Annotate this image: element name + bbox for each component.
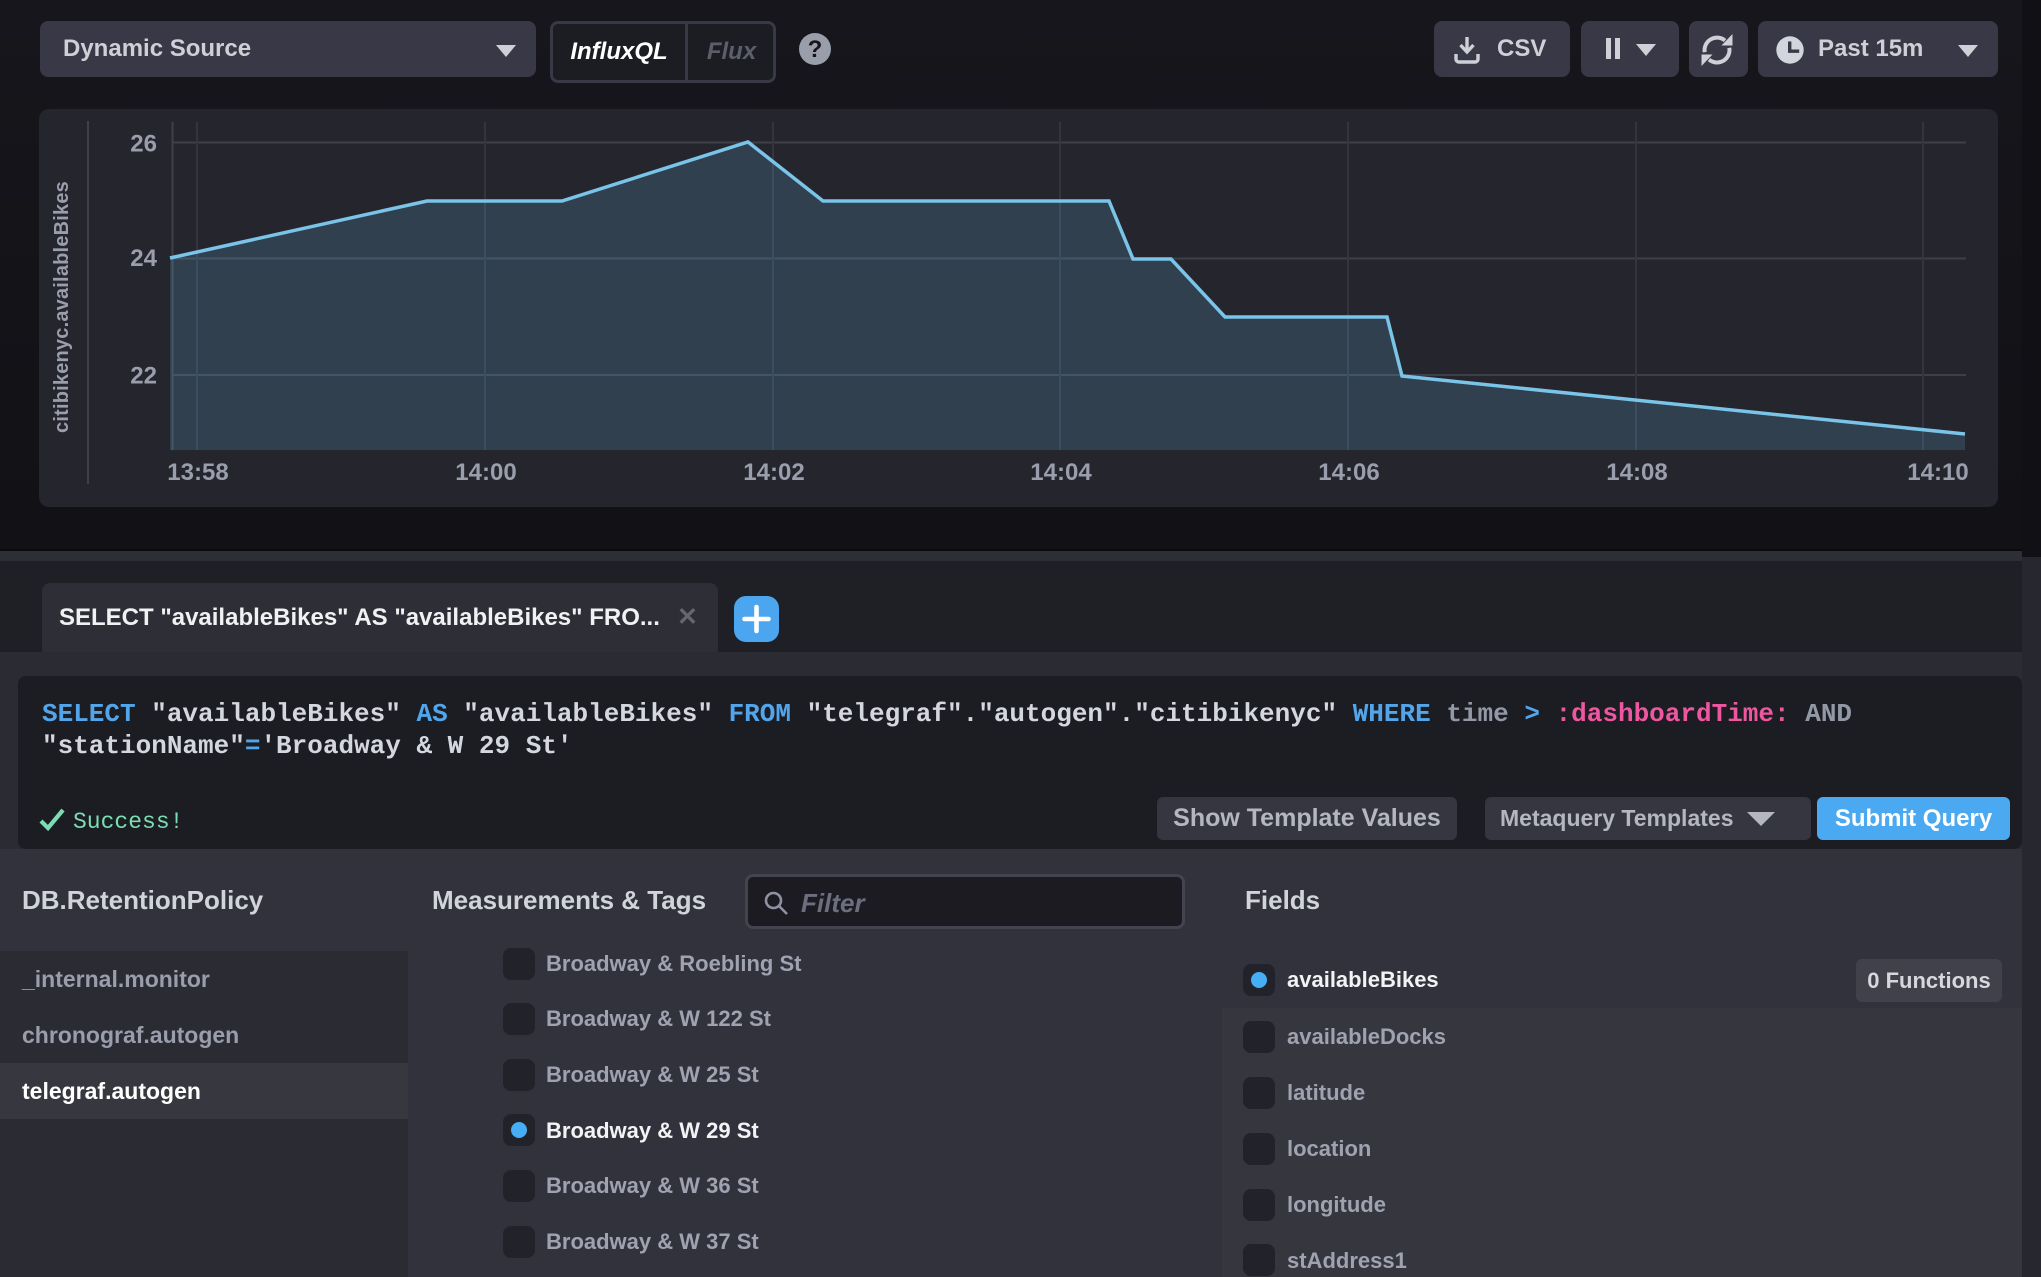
svg-text:13:58: 13:58 — [167, 459, 228, 486]
svg-text:24: 24 — [130, 245, 157, 272]
svg-text:14:02: 14:02 — [743, 459, 804, 486]
svg-text:citibikenyc.availableBikes: citibikenyc.availableBikes — [51, 181, 73, 433]
svg-text:14:08: 14:08 — [1606, 459, 1667, 486]
svg-text:26: 26 — [130, 131, 157, 158]
svg-text:14:10: 14:10 — [1907, 459, 1968, 486]
svg-text:22: 22 — [130, 363, 157, 390]
svg-text:14:00: 14:00 — [455, 459, 516, 486]
svg-text:14:04: 14:04 — [1030, 459, 1092, 486]
svg-text:14:06: 14:06 — [1318, 459, 1379, 486]
